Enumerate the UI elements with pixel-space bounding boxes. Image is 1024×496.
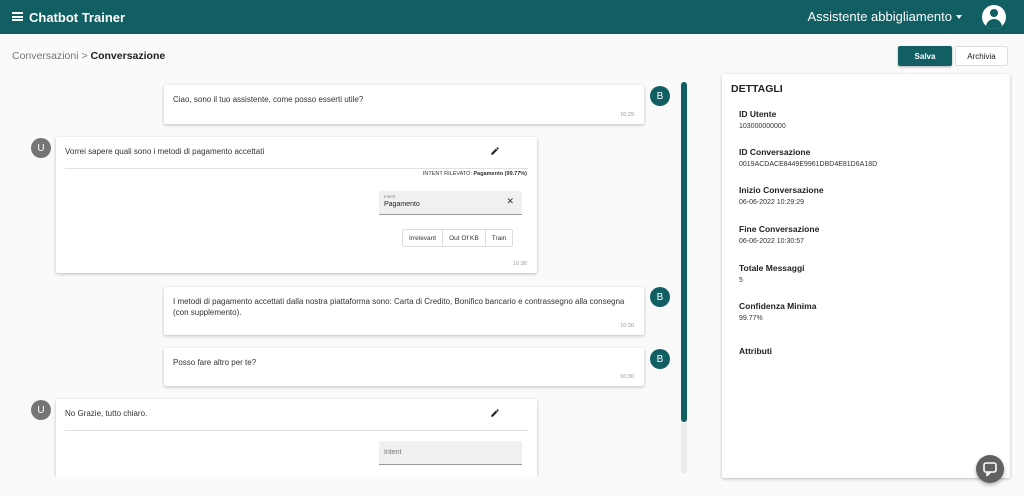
- breadcrumb-separator: >: [78, 50, 91, 62]
- bot-avatar: B: [650, 86, 670, 106]
- out-of-kb-button[interactable]: Out Of KB: [443, 230, 486, 246]
- bot-selector[interactable]: Assistente abbigliamento: [807, 9, 962, 24]
- bot-avatar: B: [650, 349, 670, 369]
- details-panel: DETTAGLI ID Utente 103000000000 ID Conve…: [722, 74, 1010, 478]
- breadcrumb-parent[interactable]: Conversazioni: [12, 50, 79, 62]
- divider: [65, 168, 528, 169]
- app-title: Chatbot Trainer: [29, 10, 126, 25]
- detail-label-total-messages: Totale Messaggi: [739, 263, 805, 273]
- intent-field-label: Intent: [384, 194, 396, 199]
- user-avatar: U: [31, 400, 51, 420]
- detail-value-conversation-id: 0019ACDACE8449E9961DBD4E81D6A18D: [739, 161, 878, 168]
- bot-message: Posso fare altro per te? 10:30: [164, 348, 644, 386]
- message-text: Ciao, sono il tuo assistente, come posso…: [173, 95, 364, 104]
- detail-label-start: Inizio Conversazione: [739, 185, 824, 195]
- train-button[interactable]: Train: [486, 230, 513, 246]
- bot-message: I metodi di pagamento accettati dalla no…: [164, 287, 644, 335]
- save-button[interactable]: Salva: [898, 46, 952, 66]
- detail-value-total-messages: 5: [739, 277, 743, 284]
- pencil-icon[interactable]: [490, 408, 500, 418]
- details-title: DETTAGLI: [731, 83, 783, 95]
- caret-down-icon: [956, 14, 962, 19]
- intent-select[interactable]: Intent Pagamento ✕: [379, 191, 522, 215]
- bot-selector-label: Assistente abbigliamento: [807, 9, 952, 24]
- archive-button[interactable]: Archivia: [955, 46, 1008, 66]
- feedback-fab[interactable]: [976, 455, 1004, 483]
- message-time: 10:29: [620, 112, 634, 118]
- intent-action-buttons: Irrelevant Out Of KB Train: [402, 229, 514, 247]
- message-time: 10:30: [620, 323, 634, 329]
- chat-bubble-icon: [983, 462, 997, 477]
- detail-label-conversation-id: ID Conversazione: [739, 147, 811, 157]
- scrollbar-thumb[interactable]: [681, 82, 687, 422]
- detail-label-user-id: ID Utente: [739, 109, 777, 119]
- message-time: 10:30: [513, 261, 527, 267]
- user-message: No Grazie, tutto chiaro. Intent: [56, 399, 537, 476]
- account-circle-icon[interactable]: [982, 5, 1006, 29]
- message-time: 10:30: [620, 374, 634, 380]
- intent-select[interactable]: Intent: [379, 441, 522, 465]
- detail-label-min-confidence: Confidenza Minima: [739, 301, 817, 311]
- detail-value-user-id: 103000000000: [739, 123, 786, 130]
- bot-message: Ciao, sono il tuo assistente, come posso…: [164, 85, 644, 124]
- divider: [65, 430, 528, 431]
- bot-avatar: B: [650, 287, 670, 307]
- breadcrumb: Conversazioni > Conversazione: [12, 50, 165, 62]
- detail-label-attributes: Attributi: [739, 346, 773, 356]
- detail-value-min-confidence: 99.77%: [739, 315, 763, 322]
- pencil-icon[interactable]: [490, 146, 500, 156]
- close-icon[interactable]: ✕: [506, 197, 514, 206]
- user-avatar: U: [31, 138, 51, 158]
- detail-value-start: 06-06-2022 10:29:29: [739, 199, 804, 206]
- breadcrumb-current: Conversazione: [90, 50, 166, 62]
- detail-label-end: Fine Conversazione: [739, 224, 820, 234]
- intent-field-placeholder: Intent: [384, 449, 402, 456]
- intent-detected-label: INTENT RILEVATO:: [422, 171, 472, 177]
- user-message: Vorrei sapere quali sono i metodi di pag…: [56, 137, 537, 273]
- menu-icon[interactable]: [12, 12, 23, 21]
- message-text: I metodi di pagamento accettati dalla no…: [173, 297, 625, 317]
- detail-value-end: 06-06-2022 10:30:57: [739, 238, 804, 245]
- message-text: Vorrei sapere quali sono i metodi di pag…: [65, 147, 265, 156]
- message-text: No Grazie, tutto chiaro.: [65, 409, 148, 418]
- intent-detected-value: Pagamento (99.77%): [473, 171, 528, 177]
- message-text: Posso fare altro per te?: [173, 358, 257, 367]
- intent-field-value: Pagamento: [384, 201, 420, 208]
- intent-detected: INTENT RILEVATO: Pagamento (99.77%): [423, 171, 527, 177]
- app-bar: Chatbot Trainer Assistente abbigliamento: [0, 0, 1024, 34]
- irrelevant-button[interactable]: Irrelevant: [403, 230, 444, 246]
- conversation-panel: Ciao, sono il tuo assistente, come posso…: [0, 76, 690, 476]
